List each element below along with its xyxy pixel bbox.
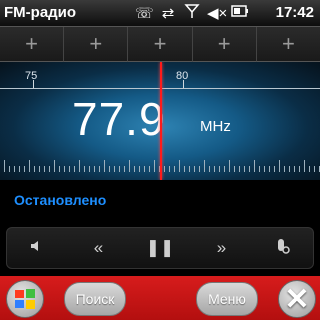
windows-logo-icon [15,289,35,309]
speaker-icon[interactable] [17,238,57,259]
headset-icon[interactable] [263,237,303,260]
scale-tick [164,166,165,172]
scale-tick [244,166,245,172]
scale-tick [264,166,265,172]
scale-tick [109,166,110,172]
scale-tick [104,160,105,172]
scale-tick [294,166,295,172]
scale-tick [139,166,140,172]
scale-tick [249,166,250,172]
scale-tick [274,166,275,172]
scale-tick [183,80,184,88]
scale-tick [304,160,305,172]
scale-tick [184,166,185,172]
scale-tick [284,166,285,172]
title-bar: FM-радио ☏ ⇄ ◀× 17:42 [0,0,320,27]
scale-tick [289,166,290,172]
scale-tick [199,166,200,172]
scale-tick [59,166,60,172]
scale-tick [34,166,35,172]
scale-tick [54,160,55,172]
scale-tick [124,166,125,172]
scale-tick [79,160,80,172]
playback-status: Остановлено [14,192,107,208]
preset-row: + + + + + [0,27,320,62]
scale-tick [234,166,235,172]
menu-button[interactable]: Меню [196,282,258,316]
scale-tick [149,166,150,172]
previous-button[interactable]: « [79,238,119,258]
scale-tick [99,166,100,172]
volume-icon[interactable]: ◀× [207,4,227,22]
phone-icon[interactable]: ☏ [135,4,154,22]
scale-tick [4,160,5,172]
scale-tick [33,80,34,88]
scale-tick [194,166,195,172]
pause-button[interactable]: ❚❚ [140,238,180,258]
scale-tick [169,166,170,172]
preset-slot-4[interactable]: + [192,27,257,62]
preset-slot-2[interactable]: + [64,27,129,62]
frequency-readout: 77.9 [72,93,166,145]
scale-tick [119,166,120,172]
bottom-bar: Поиск Меню ✕ [0,276,320,320]
status-icons: ☏ ⇄ ◀× [135,2,249,24]
tuning-needle[interactable] [160,62,162,180]
scale-tick [39,166,40,172]
scale-tick [279,160,280,172]
scale-tick [84,166,85,172]
scale-tick [114,166,115,172]
sync-icon[interactable]: ⇄ [159,4,177,22]
scale-tick [224,166,225,172]
scale-tick [309,166,310,172]
scale-tick [29,160,30,172]
scale-tick [129,160,130,172]
scale-tick [239,166,240,172]
scale-tick [94,166,95,172]
scale-tick [74,166,75,172]
scale-tick [49,166,50,172]
app-title: FM-радио [4,4,77,21]
signal-icon[interactable] [183,3,201,23]
scale-tick [259,166,260,172]
search-button[interactable]: Поиск [64,282,126,316]
battery-icon[interactable] [231,4,249,22]
scale-tick [179,160,180,172]
scale-tick [144,166,145,172]
scale-tick [189,166,190,172]
player-controls: « ❚❚ » [6,227,314,269]
scale-tick [204,160,205,172]
scale-tick [254,160,255,172]
scale-tick [269,166,270,172]
scale-tick [64,166,65,172]
scale-tick [209,166,210,172]
scale-tick [19,166,20,172]
next-button[interactable]: » [202,238,242,258]
scale-tick [229,160,230,172]
preset-slot-3[interactable]: + [128,27,193,62]
scale-tick [24,166,25,172]
scale-tick [299,166,300,172]
scale-tick [69,166,70,172]
scale-tick [9,166,10,172]
scale-tick [219,166,220,172]
scale-tick [134,166,135,172]
scale-tick [44,166,45,172]
scale-tick [89,166,90,172]
preset-slot-5[interactable]: + [256,27,320,62]
clock[interactable]: 17:42 [276,4,314,21]
tuner-dial[interactable]: 75 80 77.9 MHz [0,62,320,180]
scale-label-75: 75 [25,70,38,82]
scale-tick [214,166,215,172]
close-button[interactable]: ✕ [278,280,316,318]
frequency-unit: MHz [200,118,231,135]
scale-tick [14,166,15,172]
scale-tick [154,160,155,172]
scale-tick [314,166,315,172]
preset-slot-1[interactable]: + [0,27,65,62]
start-button[interactable] [6,280,44,318]
scale-tick [174,166,175,172]
